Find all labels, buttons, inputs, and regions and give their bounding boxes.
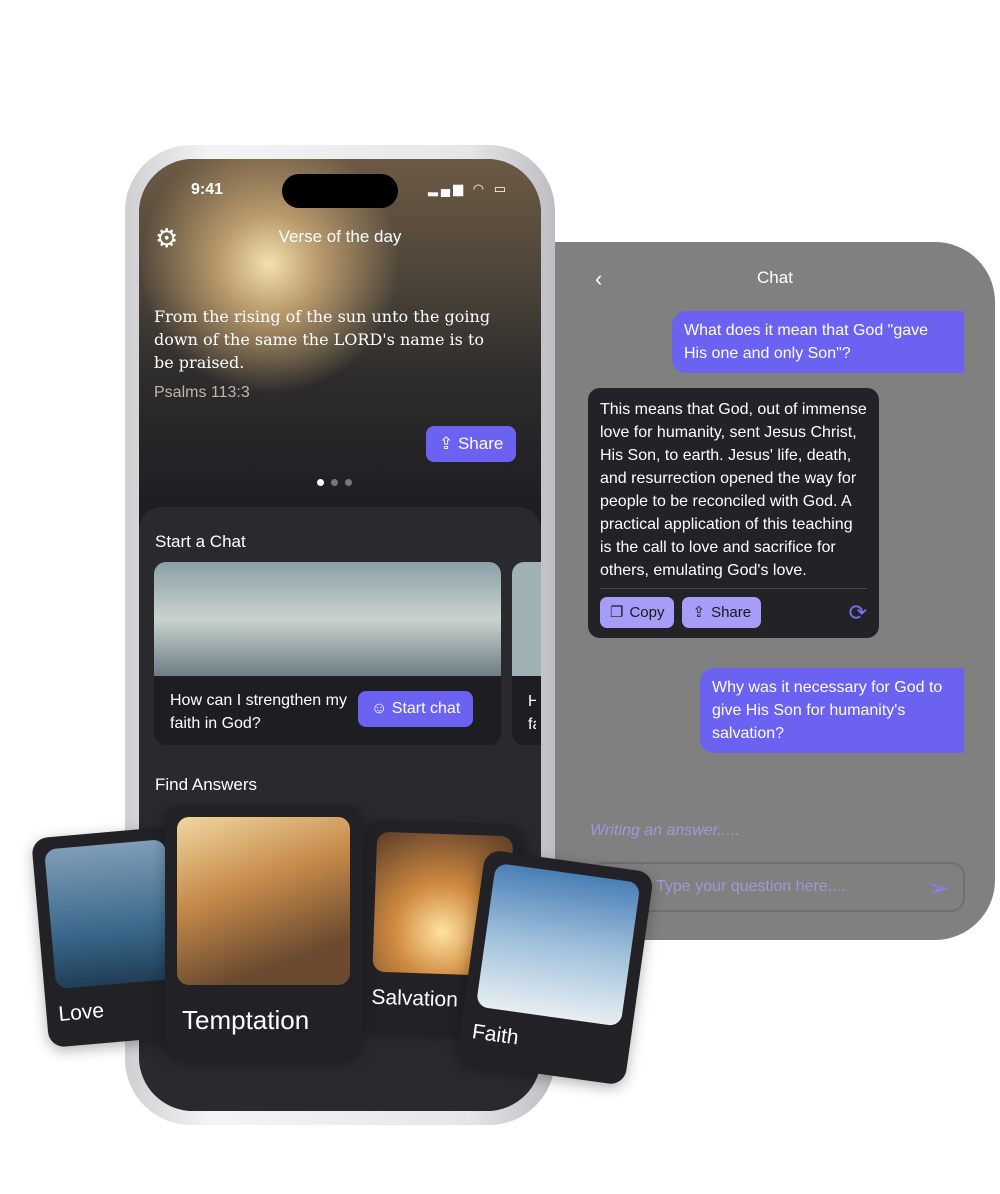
topic-label: Faith bbox=[470, 1020, 521, 1050]
chat-question: How can I strengthen my faith in God? bbox=[170, 692, 347, 732]
typing-status: Writing an answer..... bbox=[590, 822, 740, 839]
page-dots[interactable] bbox=[317, 479, 352, 486]
chat-card-partial[interactable]: H fa bbox=[512, 562, 541, 745]
copy-label: Copy bbox=[629, 604, 665, 621]
header-title: Verse of the day bbox=[278, 227, 402, 246]
swans-image bbox=[44, 839, 177, 990]
send-icon[interactable]: ➢ bbox=[929, 874, 949, 903]
chat-title: Chat bbox=[757, 268, 793, 287]
start-chat-label: Start chat bbox=[391, 700, 461, 717]
copy-icon: ❐ bbox=[610, 604, 624, 621]
status-icons: ▂▄▆ ◠ ▭ bbox=[427, 181, 509, 196]
start-chat-button[interactable]: ☺ Start chat bbox=[358, 691, 474, 727]
topic-card-temptation[interactable]: Temptation bbox=[165, 805, 362, 1058]
regenerate-icon[interactable]: ⟳ bbox=[849, 601, 867, 624]
topic-label: Love bbox=[57, 999, 105, 1026]
assistant-message-text: This means that God, out of immense love… bbox=[600, 401, 867, 579]
chat-card[interactable]: How can I strengthen my faith in God? ☺ … bbox=[154, 562, 501, 745]
user-message: What does it mean that God "gave His one… bbox=[672, 311, 964, 373]
copy-button[interactable]: ❐ Copy bbox=[600, 597, 675, 628]
share-label: Share bbox=[711, 604, 752, 621]
verse-text: From the rising of the sun unto the goin… bbox=[154, 307, 491, 372]
input-placeholder: Type your question here.... bbox=[656, 878, 846, 895]
topic-label: Temptation bbox=[182, 1005, 310, 1035]
share-button[interactable]: ⇪ Share bbox=[682, 597, 762, 628]
chat-panel: ‹ Chat What does it mean that God "gave … bbox=[540, 242, 995, 940]
status-time: 9:41 bbox=[191, 181, 224, 198]
share-icon: ⇪ bbox=[692, 604, 706, 621]
start-chat-heading: Start a Chat bbox=[155, 532, 246, 551]
find-answers-heading: Find Answers bbox=[155, 775, 258, 794]
partial-question: H fa bbox=[528, 693, 536, 733]
user-message: Why was it necessary for God to give His… bbox=[700, 668, 964, 753]
topic-card-faith[interactable]: Faith bbox=[455, 849, 655, 1086]
share-verse-button[interactable]: ⇪ Share bbox=[426, 426, 517, 462]
verse-reference: Psalms 113:3 bbox=[154, 384, 250, 401]
tree-image bbox=[154, 562, 501, 676]
share-label: Share bbox=[457, 434, 504, 453]
assistant-message: This means that God, out of immense love… bbox=[588, 388, 879, 638]
dynamic-island bbox=[282, 174, 398, 208]
lighthouse-image bbox=[475, 862, 641, 1027]
tree-serpent-image bbox=[177, 817, 350, 985]
